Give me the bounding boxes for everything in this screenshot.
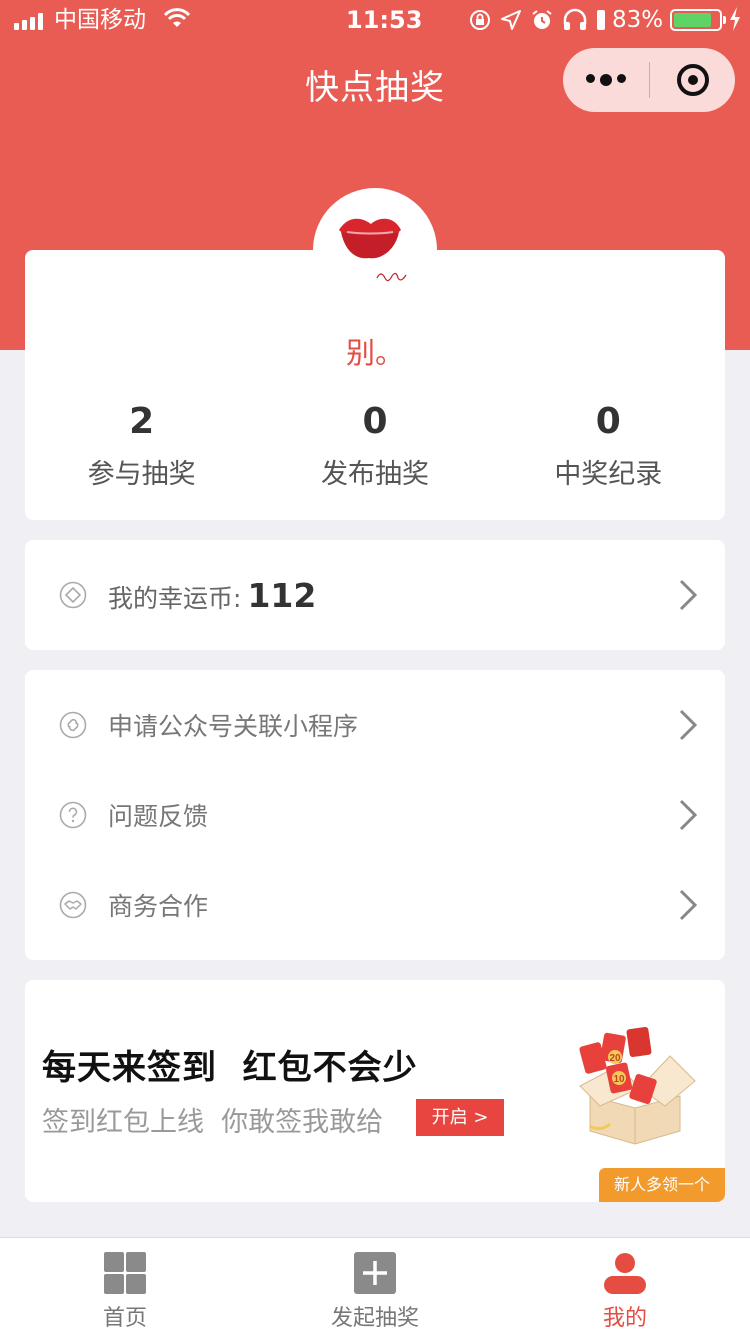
username: 别。 (345, 336, 404, 370)
stat-label: 参与抽奖 (87, 459, 196, 490)
alarm-icon (532, 10, 552, 29)
banner-subtitle: 签到红包上线 你敢签我敢给 (42, 1107, 384, 1138)
stat-label: 中奖纪录 (554, 459, 663, 490)
chevron-right-icon (679, 889, 698, 921)
gift-number: 10 (613, 1074, 625, 1085)
plus-icon (354, 1252, 396, 1294)
menu-item-feedback[interactable]: 问题反馈 (25, 770, 725, 860)
signal-icon (14, 12, 43, 30)
location-icon (501, 10, 521, 30)
menu-item-link-account[interactable]: 申请公众号关联小程序 (25, 680, 725, 770)
banner-title: 每天来签到 红包不会少 (42, 1048, 418, 1088)
tab-home[interactable]: 首页 (0, 1238, 250, 1334)
tab-label: 我的 (602, 1306, 647, 1331)
new-user-badge: 新人多领一个 (599, 1168, 725, 1202)
close-miniprogram-button[interactable] (650, 64, 735, 96)
wifi-icon (162, 6, 192, 34)
more-options-button[interactable] (563, 74, 649, 86)
tab-label: 发起抽奖 (330, 1306, 419, 1331)
tab-mine[interactable]: 我的 (500, 1238, 750, 1334)
stat-label: 发布抽奖 (320, 459, 429, 490)
person-icon (604, 1253, 646, 1294)
gift-number: 20 (609, 1053, 621, 1064)
avatar[interactable] (313, 188, 437, 312)
stat-wins[interactable]: 0 中奖纪录 (492, 400, 725, 491)
checkin-banner[interactable]: 每天来签到 红包不会少 签到红包上线 你敢签我敢给 开启 > 20 10 新人多… (25, 980, 725, 1202)
chevron-right-icon (679, 709, 698, 741)
clock-time: 11:53 (346, 6, 423, 34)
handshake-icon (59, 891, 87, 919)
status-icons (468, 6, 606, 34)
stats-row: 2 参与抽奖 0 发布抽奖 0 中奖纪录 (25, 400, 725, 491)
menu-item-label: 申请公众号关联小程序 (108, 712, 359, 741)
battery-percent: 83% (612, 7, 664, 33)
tab-label: 首页 (102, 1306, 147, 1331)
lucky-coin-label: 我的幸运币: (108, 583, 242, 613)
tab-bar: 首页 发起抽奖 我的 (0, 1237, 750, 1334)
lucky-coin-card[interactable]: 我的幸运币: 112 (25, 540, 725, 650)
question-icon (59, 801, 87, 829)
grid-icon (104, 1252, 146, 1294)
battery-icon (670, 9, 726, 31)
open-checkin-button[interactable]: 开启 > (416, 1099, 504, 1136)
stat-published[interactable]: 0 发布抽奖 (258, 400, 491, 491)
menu-item-label: 问题反馈 (108, 802, 209, 831)
lucky-coin-label-group: 我的幸运币: 112 (108, 576, 316, 615)
stat-value: 0 (362, 401, 388, 442)
target-icon (676, 64, 709, 96)
lucky-coin-row[interactable]: 我的幸运币: 112 (25, 550, 725, 640)
menu-item-business[interactable]: 商务合作 (25, 860, 725, 950)
gift-box-labels: 20 10 (609, 1053, 625, 1085)
menu-card: 申请公众号关联小程序 问题反馈 商务合作 (25, 670, 725, 960)
battery-level-icon (597, 10, 605, 30)
tab-create-lottery[interactable]: 发起抽奖 (250, 1238, 500, 1334)
stat-value: 0 (595, 401, 621, 442)
link-icon (59, 711, 87, 739)
stat-participated[interactable]: 2 参与抽奖 (25, 400, 258, 491)
diamond-coin-icon (59, 581, 87, 609)
lucky-coin-value: 112 (247, 575, 317, 615)
miniprogram-capsule (563, 48, 735, 112)
stat-value: 2 (129, 401, 155, 442)
status-bar: 中国移动 11:53 83% (0, 0, 750, 40)
menu-item-label: 商务合作 (108, 892, 209, 921)
charging-icon (728, 6, 742, 34)
headphones-icon (563, 8, 587, 30)
chevron-right-icon (679, 799, 698, 831)
carrier-name: 中国移动 (54, 7, 146, 33)
rotation-lock-icon (470, 10, 490, 30)
chevron-right-icon (679, 579, 698, 611)
